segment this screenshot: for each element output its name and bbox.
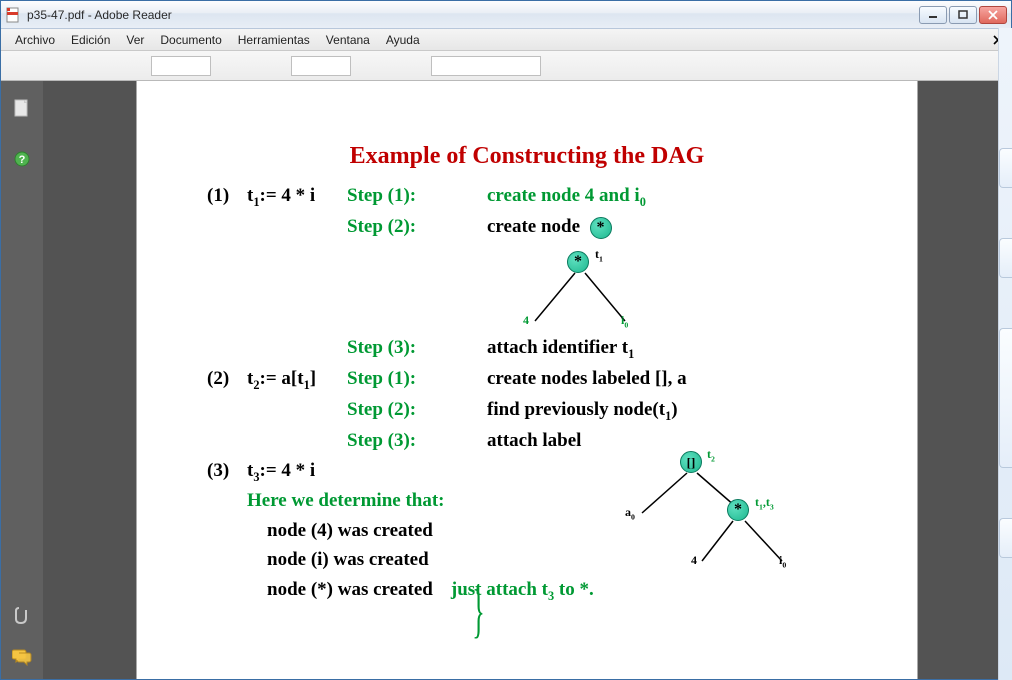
node-star-icon: * <box>727 499 749 521</box>
desc-text: find previously node(t1) <box>487 395 678 426</box>
help-icon[interactable]: ? <box>12 149 32 169</box>
step-label: Step (1): <box>347 364 487 395</box>
right-dock-strip <box>998 28 1012 680</box>
tree-label: t1 <box>595 247 603 263</box>
dock-tab[interactable] <box>999 148 1012 188</box>
close-button[interactable] <box>979 6 1007 24</box>
dock-tab[interactable] <box>999 518 1012 558</box>
menu-documento[interactable]: Documento <box>152 31 229 49</box>
line-number: (1) <box>207 181 247 212</box>
desc-text: create node 4 and i0 <box>487 181 646 212</box>
menu-ver[interactable]: Ver <box>118 31 152 49</box>
tree-leaf: a0 <box>625 505 635 521</box>
here-text: Here we determine that: <box>247 486 445 515</box>
minimize-button[interactable] <box>919 6 947 24</box>
comments-icon[interactable] <box>12 647 32 667</box>
doc-title: Example of Constructing the DAG <box>137 143 917 170</box>
menu-ayuda[interactable]: Ayuda <box>378 31 428 49</box>
attachments-icon[interactable] <box>12 605 32 625</box>
tree-leaf: 4 <box>523 313 529 328</box>
node-bracket-icon: [] <box>680 451 702 473</box>
line-number: (2) <box>207 364 247 395</box>
step-label: Step (2): <box>347 212 487 241</box>
page-viewport[interactable]: Example of Constructing the DAG (1) t1:=… <box>43 81 1011 679</box>
app-window: p35-47.pdf - Adobe Reader Archivo Edició… <box>0 0 1012 680</box>
desc-text: attach label <box>487 426 581 455</box>
code-text: t1:= 4 * i <box>247 181 347 212</box>
menubar: Archivo Edición Ver Documento Herramient… <box>1 29 1011 51</box>
step-label: Step (3): <box>347 333 487 364</box>
tree-leaf: 4 <box>691 553 697 568</box>
window-title: p35-47.pdf - Adobe Reader <box>27 8 919 22</box>
node-star-icon: * <box>590 217 612 239</box>
line-number: (3) <box>207 456 247 487</box>
dock-tab[interactable] <box>999 238 1012 278</box>
code-text: t3:= 4 * i <box>247 456 347 487</box>
step-label: Step (3): <box>347 426 487 455</box>
note-text: node (*) was created <box>267 575 433 606</box>
code-text: t2:= a[t1] <box>247 364 347 395</box>
menu-edicion[interactable]: Edición <box>63 31 118 49</box>
toolbar <box>1 51 1011 81</box>
step-label: Step (1): <box>347 181 487 212</box>
pages-panel-icon[interactable] <box>12 99 32 119</box>
menu-archivo[interactable]: Archivo <box>7 31 63 49</box>
tree-diagram-2: [] t2 a0 * t1,t3 4 i0 <box>587 451 807 581</box>
document-page: Example of Constructing the DAG (1) t1:=… <box>137 81 917 679</box>
side-rail-bottom <box>1 605 43 667</box>
step-label: Step (2): <box>347 395 487 426</box>
note-text: node (4) was created <box>267 516 433 545</box>
pdf-icon <box>5 7 21 23</box>
node-star-icon: * <box>567 251 589 273</box>
svg-text:?: ? <box>19 154 26 166</box>
dock-tab[interactable] <box>999 328 1012 468</box>
desc-text: create node * <box>487 212 612 241</box>
tree-label: t2 <box>707 447 715 463</box>
note-text: node (i) was created <box>267 545 429 574</box>
content-area: ? Example of Constructing the DAG (1) t1… <box>1 81 1011 679</box>
desc-text: create nodes labeled [], a <box>487 364 687 395</box>
brace-icon: } <box>472 578 484 646</box>
menus: Archivo Edición Ver Documento Herramient… <box>7 31 428 49</box>
tree-label: t1,t3 <box>755 495 774 511</box>
menu-herramientas[interactable]: Herramientas <box>230 31 318 49</box>
titlebar: p35-47.pdf - Adobe Reader <box>1 1 1011 29</box>
menu-ventana[interactable]: Ventana <box>318 31 378 49</box>
toolbar-field-1[interactable] <box>151 56 211 76</box>
side-rail: ? <box>1 81 43 679</box>
tree-leaf: i0 <box>621 313 628 329</box>
tree-diagram-1: * t1 4 i0 <box>487 251 667 341</box>
toolbar-field-2[interactable] <box>291 56 351 76</box>
maximize-button[interactable] <box>949 6 977 24</box>
window-controls <box>919 6 1007 24</box>
tree-leaf: i0 <box>779 553 786 569</box>
toolbar-field-3[interactable] <box>431 56 541 76</box>
